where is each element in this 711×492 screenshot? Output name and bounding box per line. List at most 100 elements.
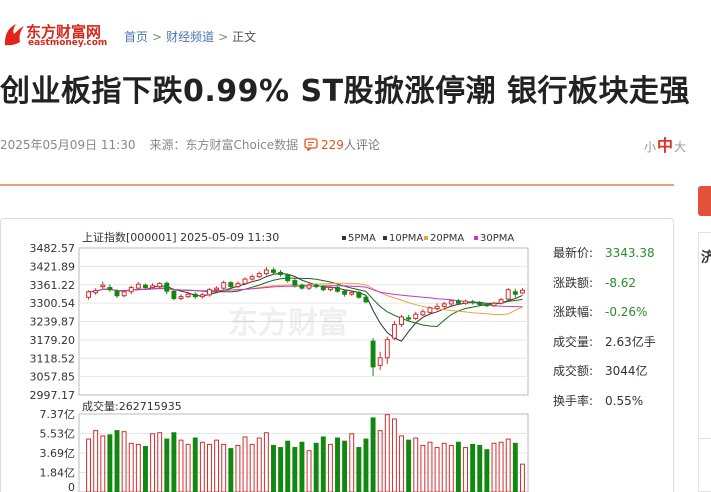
- quote-row: 成交额: 3044亿: [553, 362, 648, 379]
- volume-bar: [448, 444, 454, 492]
- candle-body: [185, 293, 191, 298]
- volume-bar: [107, 434, 113, 492]
- sidebar-tab[interactable]: [698, 186, 711, 216]
- volume-bar: [406, 439, 412, 492]
- candlestick: [356, 291, 362, 299]
- candle-body: [292, 280, 298, 286]
- volume-bar: [413, 437, 419, 492]
- candle-body: [512, 291, 518, 295]
- breadcrumb-home-link[interactable]: 首页: [124, 30, 148, 44]
- eastmoney-logo-mark-icon[interactable]: [2, 20, 28, 48]
- breadcrumb-separator: >: [152, 30, 163, 44]
- volume-bar: [477, 444, 483, 492]
- comment-count: 229: [321, 138, 344, 152]
- candle-body: [235, 283, 241, 288]
- volume-bar: [349, 433, 355, 492]
- volume-bar: [263, 432, 269, 492]
- volume-label: 成交量:262715935: [82, 399, 182, 413]
- quote-row: 涨跌幅: -0.26%: [553, 303, 647, 320]
- volume-bar: [356, 447, 362, 492]
- quote-row: 换手率: 0.55%: [553, 392, 643, 409]
- sidebar-label: 济: [701, 250, 711, 266]
- candle-body: [143, 284, 148, 289]
- font-medium-button[interactable]: 中: [657, 136, 673, 155]
- volume-bar: [235, 444, 241, 492]
- comment-link[interactable]: 229人评论: [304, 136, 380, 153]
- volume-bar: [519, 463, 525, 492]
- breadcrumb-current: 正文: [232, 30, 257, 44]
- volume-bar: [498, 441, 504, 492]
- volume-bar: [384, 414, 390, 492]
- candle-body: [484, 304, 490, 307]
- volume-bar: [299, 441, 305, 492]
- candlestick: [278, 269, 284, 277]
- volume-tick-label: 3.69亿: [40, 447, 76, 460]
- candle-body: [100, 284, 106, 288]
- volume-tick-label: 5.53亿: [40, 428, 76, 441]
- title-divider: [0, 184, 674, 186]
- volume-bar: [306, 450, 312, 492]
- sidebar-panel: 济: [698, 232, 711, 492]
- volume-tick-label: 0: [68, 481, 75, 492]
- logo-domain[interactable]: eastmoney.com: [28, 38, 107, 48]
- candle-body: [107, 287, 113, 291]
- volume-bar: [150, 433, 156, 492]
- candle-body: [214, 287, 220, 291]
- volume-bar: [491, 442, 497, 492]
- volume-bar: [441, 442, 447, 492]
- price-tick-label: 3300.54: [30, 297, 76, 310]
- chart-header: 上证指数[000001] 2025-05-09 11:30: [82, 230, 279, 244]
- candle-body: [164, 282, 170, 292]
- candlestick: [399, 314, 404, 327]
- article-title: 创业板指下跌0.99% ST股掀涨停潮 银行板块走强: [0, 74, 691, 109]
- volume-bar: [114, 430, 120, 492]
- candle-body: [470, 301, 476, 304]
- volume-bar: [292, 447, 298, 492]
- quote-value: 3343.38: [605, 246, 655, 260]
- candlestick: [128, 285, 134, 295]
- volume-bar: [185, 443, 191, 492]
- candle-body: [434, 305, 440, 309]
- volume-bar: [271, 444, 276, 492]
- candlestick: [427, 306, 433, 314]
- quote-label: 成交量:: [553, 334, 594, 349]
- volume-bar: [121, 431, 127, 492]
- article-datetime: 2025年05月09日 11:30: [0, 138, 136, 152]
- candlestick: [86, 290, 92, 300]
- volume-bar: [484, 449, 490, 492]
- price-tick-label: 2997.17: [30, 389, 76, 402]
- font-large-button[interactable]: 大: [674, 140, 686, 154]
- volume-bar: [93, 430, 99, 492]
- candlestick: [370, 338, 376, 376]
- sidebar-divider: [698, 438, 711, 439]
- index-kline-chart[interactable]: 3482.57 3421.89 3361.22 3300.54 3239.87 3179.…: [0, 228, 550, 492]
- volume-bar: [256, 437, 262, 492]
- candle-body: [306, 284, 312, 289]
- source-label: 来源：: [149, 138, 186, 152]
- candlestick: [221, 280, 227, 290]
- candlestick: [228, 281, 234, 289]
- breadcrumb-finance-link[interactable]: 财经频道: [166, 30, 214, 44]
- candle-body: [391, 323, 397, 339]
- price-tick-label: 3057.85: [30, 371, 76, 384]
- font-small-button[interactable]: 小: [644, 140, 656, 154]
- quote-label: 最新价:: [553, 246, 594, 260]
- ma-legend-item: 5PMA: [348, 233, 376, 244]
- candle-body: [263, 269, 269, 275]
- volume-bar: [320, 436, 326, 492]
- volume-bar: [207, 443, 212, 492]
- candlestick: [498, 297, 504, 305]
- candlestick: [271, 267, 276, 275]
- volume-bar: [171, 432, 177, 492]
- volume-bar: [313, 442, 319, 492]
- ma-legend-swatch: [424, 236, 428, 240]
- candle-body: [505, 289, 511, 300]
- candle-body: [121, 291, 127, 297]
- volume-bar: [335, 437, 340, 492]
- candlestick: [135, 282, 141, 290]
- volume-bar: [157, 432, 163, 492]
- quote-row: 涨跌额: -8.62: [553, 274, 636, 291]
- breadcrumb-separator: >: [218, 30, 229, 44]
- price-tick-label: 3118.52: [30, 352, 76, 365]
- volume-bar: [391, 418, 397, 492]
